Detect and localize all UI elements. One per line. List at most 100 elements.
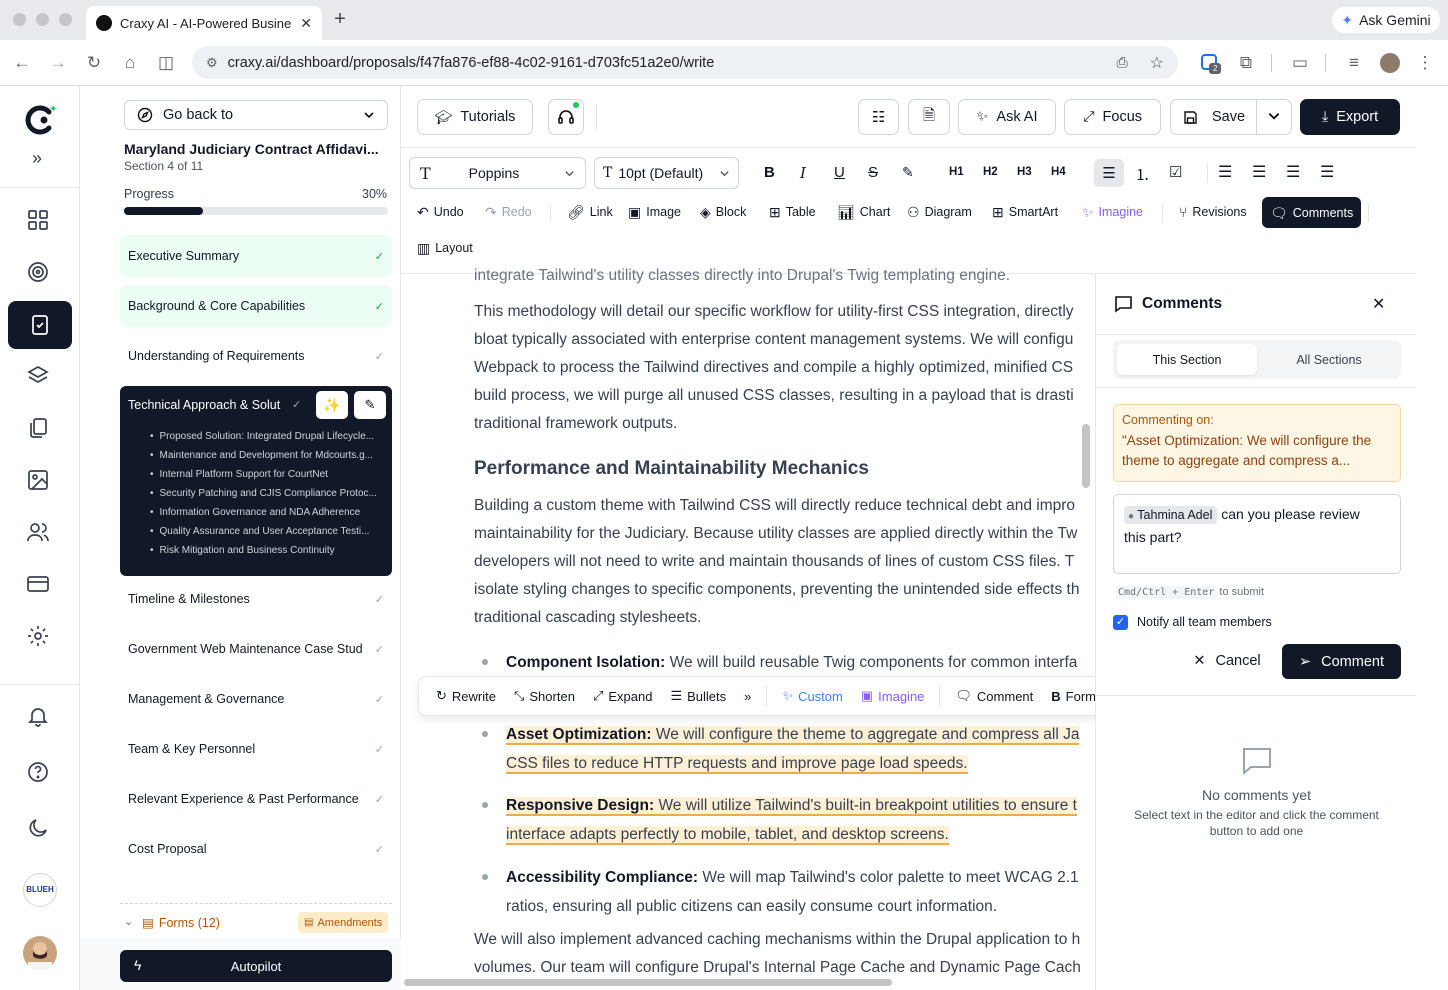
amendments-badge[interactable]: ▤ Amendments bbox=[298, 912, 389, 933]
insert-image-button[interactable]: ▣ Image bbox=[628, 198, 681, 226]
submit-comment-button[interactable]: ➢ Comment bbox=[1282, 644, 1401, 679]
heading3-button[interactable]: H3 bbox=[1017, 166, 1032, 178]
font-family-select[interactable]: T Poppins bbox=[409, 157, 586, 189]
sidebar-section-item[interactable]: Background & Core Capabilities ✓ bbox=[120, 285, 392, 327]
bookmark-star-icon[interactable]: ☆ bbox=[1150, 53, 1164, 73]
edit-section-button[interactable]: ✎ bbox=[354, 391, 386, 419]
sidebar-section-item[interactable]: Team & Key Personnel ✓ bbox=[120, 728, 392, 770]
tab-search-icon[interactable]: ▭ bbox=[1289, 52, 1311, 74]
subsection-item[interactable]: Security Patching and CJIS Compliance Pr… bbox=[150, 488, 384, 499]
billing-card-icon[interactable] bbox=[26, 572, 54, 600]
extension-notes-icon[interactable]: 2 bbox=[1200, 53, 1222, 75]
task-list-icon[interactable]: ☑ bbox=[1169, 163, 1182, 181]
comment-textarea[interactable]: ● Tahmina Adel can you please review thi… bbox=[1113, 494, 1401, 574]
settings-gear-icon[interactable] bbox=[26, 624, 54, 652]
collapse-chevron-icon[interactable]: ⌄ bbox=[124, 915, 133, 928]
heading2-button[interactable]: H2 bbox=[983, 166, 998, 178]
sidebar-section-item[interactable]: Timeline & Milestones ✓ bbox=[120, 578, 392, 620]
dark-mode-moon-icon[interactable] bbox=[26, 816, 54, 844]
expand-rail-icon[interactable]: » bbox=[32, 148, 42, 169]
numbered-list-icon[interactable]: ⒈ bbox=[1135, 164, 1150, 185]
forms-toggle[interactable]: ▤ Forms (12) bbox=[142, 915, 220, 931]
media-controls-icon[interactable]: ≡ bbox=[1343, 52, 1365, 74]
export-button[interactable]: ⤓ Export bbox=[1300, 99, 1400, 135]
tutorials-button[interactable]: 🎓︎ Tutorials bbox=[417, 99, 533, 135]
window-minimize-button[interactable] bbox=[36, 13, 49, 26]
subsection-item[interactable]: Information Governance and NDA Adherence bbox=[150, 507, 384, 518]
tab-all-sections[interactable]: All Sections bbox=[1259, 344, 1399, 375]
organization-avatar[interactable]: BLUEH bbox=[23, 873, 57, 907]
imagine-button[interactable]: ✨︎ Imagine bbox=[1082, 198, 1143, 226]
notify-checkbox[interactable]: ✓ bbox=[1113, 615, 1128, 630]
redo-button[interactable]: ↷ Redo bbox=[485, 198, 532, 226]
bullet-list-button[interactable]: ☰ bbox=[1094, 159, 1124, 187]
cancel-comment-button[interactable]: ✕ Cancel bbox=[1186, 644, 1268, 678]
tab-this-section[interactable]: This Section bbox=[1117, 344, 1257, 375]
align-justify-icon[interactable]: ☰ bbox=[1320, 162, 1334, 182]
focus-button[interactable]: ⤢ Focus bbox=[1064, 99, 1161, 135]
mention-chip[interactable]: ● Tahmina Adel bbox=[1124, 506, 1218, 524]
align-left-icon[interactable]: ☰ bbox=[1218, 162, 1232, 182]
add-comment-button[interactable]: 🗨︎ Comment bbox=[948, 688, 1040, 704]
rewrite-button[interactable]: ↻ Rewrite bbox=[429, 688, 503, 704]
heading1-button[interactable]: H1 bbox=[949, 166, 964, 178]
close-panel-icon[interactable]: ✕ bbox=[1372, 294, 1385, 314]
comments-toggle-button[interactable]: 🗨︎ Comments bbox=[1262, 197, 1362, 228]
notifications-bell-icon[interactable] bbox=[26, 704, 54, 732]
document-view-button[interactable]: 🗎︎ bbox=[908, 99, 950, 135]
editor-vertical-scrollbar[interactable] bbox=[1082, 424, 1090, 488]
target-icon[interactable] bbox=[26, 260, 54, 288]
new-tab-icon[interactable]: + bbox=[330, 9, 350, 29]
expand-button[interactable]: ⤢ Expand bbox=[586, 688, 660, 704]
window-close-button[interactable] bbox=[13, 13, 26, 26]
browser-menu-icon[interactable]: ⋮ bbox=[1414, 52, 1436, 74]
insert-block-button[interactable]: ◈ Block bbox=[700, 198, 746, 226]
highlight-marker-icon[interactable]: ✎ bbox=[902, 164, 914, 181]
strikethrough-icon[interactable]: S bbox=[868, 164, 878, 181]
underline-icon[interactable]: U bbox=[834, 164, 845, 181]
image-icon[interactable] bbox=[26, 468, 54, 496]
ask-ai-button[interactable]: ✨︎ Ask AI bbox=[958, 99, 1056, 135]
proposals-icon[interactable] bbox=[8, 301, 72, 349]
subsection-item[interactable]: Proposed Solution: Integrated Drupal Lif… bbox=[150, 431, 384, 442]
imagine-selection-button[interactable]: ▣ Imagine bbox=[854, 688, 932, 704]
subsection-item[interactable]: Risk Mitigation and Business Continuity bbox=[150, 545, 384, 556]
heading4-button[interactable]: H4 bbox=[1051, 166, 1066, 178]
go-back-dropdown[interactable]: Go back to bbox=[124, 100, 388, 130]
window-zoom-button[interactable] bbox=[59, 13, 72, 26]
sidebar-section-item[interactable]: Management & Governance ✓ bbox=[120, 678, 392, 720]
ai-generate-button[interactable]: ✨ bbox=[316, 391, 348, 419]
sidebar-section-item[interactable]: Relevant Experience & Past Performance ✓ bbox=[120, 778, 392, 820]
documents-copy-icon[interactable] bbox=[26, 416, 54, 444]
font-size-select[interactable]: T 10pt (Default) bbox=[594, 157, 739, 189]
sidebar-section-item[interactable]: Understanding of Requirements ✓ bbox=[120, 335, 392, 377]
sidebar-section-item[interactable]: Government Web Maintenance Case Stud ✓ bbox=[120, 628, 392, 670]
extensions-puzzle-icon[interactable]: ⧉ bbox=[1235, 52, 1257, 74]
insert-smartart-button[interactable]: ⊞ SmartArt bbox=[992, 198, 1058, 226]
editor-horizontal-scrollbar[interactable] bbox=[404, 979, 892, 986]
reload-icon[interactable]: ↻ bbox=[83, 52, 105, 74]
ask-gemini-button[interactable]: ✦ Ask Gemini bbox=[1332, 7, 1440, 33]
subsection-item[interactable]: Internal Platform Support for CourtNet bbox=[150, 469, 384, 480]
custom-button[interactable]: ✨︎ Custom bbox=[775, 688, 850, 704]
more-options-button[interactable]: » bbox=[737, 689, 758, 704]
save-options-chevron-icon[interactable] bbox=[1267, 109, 1281, 123]
align-right-icon[interactable]: ☰ bbox=[1286, 162, 1300, 182]
bullets-button[interactable]: ☰ Bullets bbox=[663, 688, 733, 704]
bold-icon[interactable]: B bbox=[764, 164, 775, 181]
dashboard-grid-icon[interactable] bbox=[26, 208, 54, 236]
browser-tab[interactable]: Craxy AI - AI-Powered Busine ✕ bbox=[86, 6, 322, 40]
checklist-button[interactable]: ☷ bbox=[858, 99, 899, 135]
sidebar-section-item[interactable]: Cost Proposal ✓ bbox=[120, 828, 392, 870]
insert-link-button[interactable]: 🔗︎ Link bbox=[567, 198, 613, 226]
layers-icon[interactable] bbox=[26, 364, 54, 392]
layout-button[interactable]: ▥ Layout bbox=[417, 234, 473, 262]
craxy-logo-icon[interactable]: ✦ bbox=[22, 102, 58, 138]
profile-avatar[interactable] bbox=[1380, 53, 1400, 73]
subsection-item[interactable]: Maintenance and Development for Mdcourts… bbox=[150, 450, 384, 461]
site-info-icon[interactable]: ⚙ bbox=[206, 55, 218, 71]
back-arrow-icon[interactable]: ← bbox=[11, 52, 33, 74]
italic-icon[interactable]: I bbox=[800, 164, 806, 182]
insert-table-button[interactable]: ⊞ Table bbox=[769, 198, 816, 226]
team-users-icon[interactable] bbox=[26, 520, 54, 548]
